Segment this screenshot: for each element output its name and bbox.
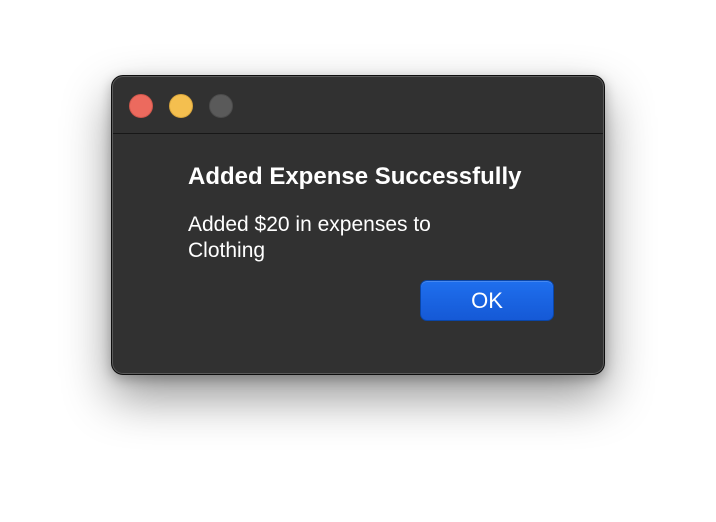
desktop-background: Added Expense Successfully Added $20 in … bbox=[0, 0, 716, 522]
window-titlebar[interactable] bbox=[113, 77, 603, 134]
ok-button[interactable]: OK bbox=[420, 280, 554, 321]
alert-dialog-window: Added Expense Successfully Added $20 in … bbox=[111, 75, 605, 375]
dialog-message: Added $20 in expenses to Clothing bbox=[188, 213, 431, 262]
zoom-window-icon bbox=[209, 94, 233, 118]
dialog-title: Added Expense Successfully bbox=[188, 163, 522, 190]
close-window-icon[interactable] bbox=[129, 94, 153, 118]
minimize-window-icon[interactable] bbox=[169, 94, 193, 118]
